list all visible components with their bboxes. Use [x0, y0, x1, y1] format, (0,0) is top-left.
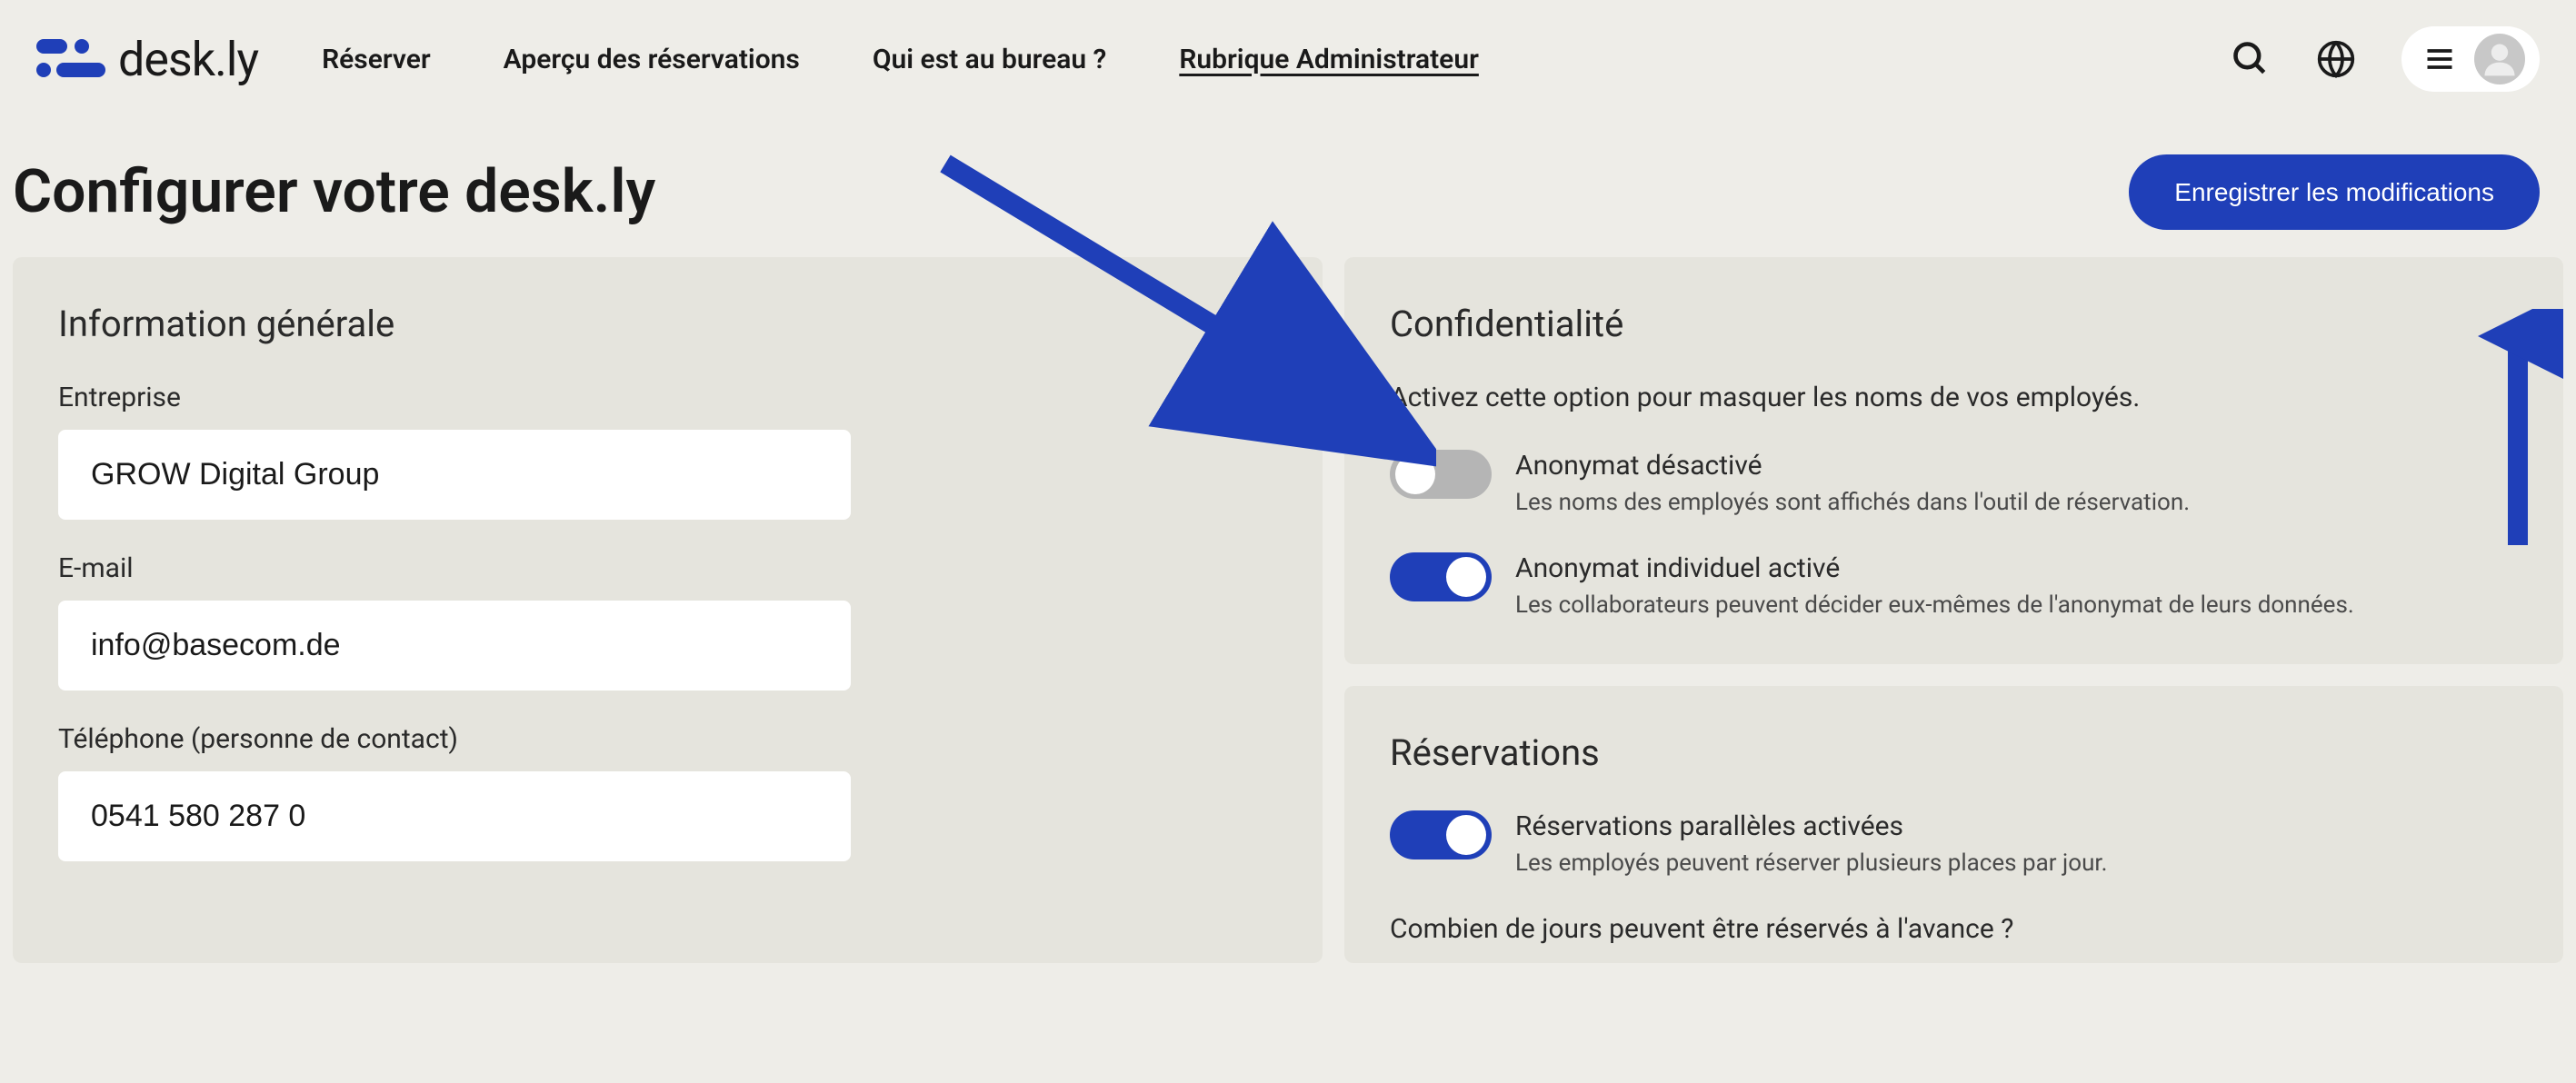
parallel-reservations-toggle[interactable] [1390, 810, 1492, 859]
phone-input[interactable] [58, 771, 851, 861]
privacy-title: Confidentialité [1390, 303, 2518, 345]
anonymity-off-text: Anonymat désactivé Les noms des employés… [1515, 450, 2518, 516]
reservations-panel: Réservations Réservations parallèles act… [1344, 686, 2563, 963]
language-button[interactable] [2316, 39, 2356, 79]
email-input[interactable] [58, 601, 851, 691]
anonymity-off-title: Anonymat désactivé [1515, 450, 2518, 482]
company-label: Entreprise [58, 382, 1277, 413]
anonymity-individual-row: Anonymat individuel activé Les collabora… [1390, 552, 2518, 619]
anonymity-off-sub: Les noms des employés sont affichés dans… [1515, 489, 2518, 516]
logo[interactable]: desk.ly [36, 32, 258, 87]
privacy-description: Activez cette option pour masquer les no… [1390, 382, 2518, 413]
toggle-knob [1446, 815, 1486, 855]
profile-menu[interactable] [2401, 26, 2540, 92]
toggle-knob [1395, 454, 1435, 494]
privacy-panel: Confidentialité Activez cette option pou… [1344, 257, 2563, 664]
nav-admin[interactable]: Rubrique Administrateur [1179, 44, 1479, 75]
general-info-title: Information générale [58, 303, 1277, 345]
search-icon [2231, 39, 2271, 79]
main-nav: Réserver Aperçu des réservations Qui est… [322, 44, 1479, 75]
parallel-reservations-sub: Les employés peuvent réserver plusieurs … [1515, 850, 2518, 877]
page-title: Configurer votre desk.ly [13, 157, 655, 227]
anonymity-individual-sub: Les collaborateurs peuvent décider eux-m… [1515, 591, 2518, 619]
menu-icon [2423, 43, 2456, 75]
anonymity-individual-toggle[interactable] [1390, 552, 1492, 601]
save-button[interactable]: Enregistrer les modifications [2129, 154, 2540, 230]
search-button[interactable] [2231, 39, 2271, 79]
logo-mark-icon [36, 39, 105, 79]
parallel-reservations-title: Réservations parallèles activées [1515, 810, 2518, 842]
avatar [2474, 34, 2525, 84]
anonymity-individual-text: Anonymat individuel activé Les collabora… [1515, 552, 2518, 619]
header-right [2231, 26, 2540, 92]
anonymity-individual-title: Anonymat individuel activé [1515, 552, 2518, 584]
general-info-panel: Information générale Entreprise E-mail T… [13, 257, 1323, 963]
logo-text: desk.ly [118, 32, 258, 87]
email-label: E-mail [58, 552, 1277, 584]
page-header: Configurer votre desk.ly Enregistrer les… [0, 118, 2576, 257]
right-column: Confidentialité Activez cette option pou… [1344, 257, 2563, 963]
days-advance-question: Combien de jours peuvent être réservés à… [1390, 913, 2518, 945]
nav-who-in-office[interactable]: Qui est au bureau ? [873, 44, 1106, 75]
anonymity-off-row: Anonymat désactivé Les noms des employés… [1390, 450, 2518, 516]
reservations-title: Réservations [1390, 731, 2518, 774]
app-header: desk.ly Réserver Aperçu des réservations… [0, 0, 2576, 118]
toggle-knob [1446, 557, 1486, 597]
nav-reserve[interactable]: Réserver [322, 44, 431, 75]
person-icon [2480, 39, 2520, 79]
nav-overview[interactable]: Aperçu des réservations [504, 44, 800, 75]
parallel-reservations-row: Réservations parallèles activées Les emp… [1390, 810, 2518, 877]
anonymity-off-toggle[interactable] [1390, 450, 1492, 499]
phone-label: Téléphone (personne de contact) [58, 723, 1277, 755]
company-input[interactable] [58, 430, 851, 520]
parallel-reservations-text: Réservations parallèles activées Les emp… [1515, 810, 2518, 877]
globe-icon [2316, 39, 2356, 79]
main-content: Information générale Entreprise E-mail T… [0, 257, 2576, 963]
